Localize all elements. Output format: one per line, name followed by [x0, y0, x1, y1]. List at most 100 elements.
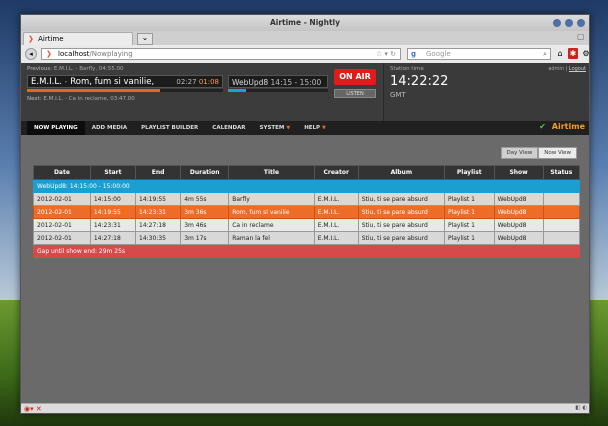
airtime-favicon-icon: ❯	[28, 35, 34, 43]
menu-add-media[interactable]: ADD MEDIA	[85, 121, 134, 135]
extension-icon[interactable]: ✱	[568, 48, 578, 59]
caret-down-icon: ▼	[286, 125, 291, 131]
cell-title: Barfly	[228, 192, 315, 206]
next-track: Next: E.M.I.L. - Ca in reclame, 03:47.00	[27, 96, 135, 102]
cell-duration: 3m 17s	[180, 231, 230, 245]
logout-link[interactable]: Logout	[569, 66, 586, 72]
column-header[interactable]: Playlist	[443, 165, 495, 180]
google-icon: g	[411, 50, 417, 58]
cell-album: Stiu, ti se pare absurd	[357, 218, 445, 232]
cell-title: Raman la fel	[228, 231, 315, 245]
gap-text: Gap until show end: 29m 25s	[33, 244, 580, 258]
username: admin	[548, 66, 564, 72]
addon-icon[interactable]: ◉▾ ✕	[24, 405, 42, 413]
toolbar-buttons: ⌂ ✱ ⚙	[555, 48, 589, 59]
cell-status	[542, 218, 581, 232]
cell-album: Stiu, ti se pare absurd	[357, 205, 445, 219]
next-track-text: E.M.I.L. - Ca in reclame, 03:47.00	[43, 96, 135, 102]
elapsed-time: 02:27	[176, 78, 197, 86]
bookmark-star-icon[interactable]: ☆ ▾ ↻	[376, 49, 396, 60]
logo-area: ✔ Airtime	[539, 122, 585, 131]
url-bar[interactable]: ❯ localhost/Nowplaying ☆ ▾ ↻	[41, 48, 401, 60]
gap-row: Gap until show end: 29m 25s	[33, 244, 580, 258]
cell-creator: E.M.I.L.	[313, 192, 359, 206]
tab-title: Airtime	[38, 35, 64, 43]
home-icon[interactable]: ⌂	[555, 48, 565, 59]
close-icon[interactable]	[577, 19, 585, 27]
show-name: WebUpd8	[232, 78, 269, 87]
menu-system-label: SYSTEM	[259, 125, 285, 131]
table-row[interactable]: 2012-02-01 14:27:18 14:30:35 3m 17s Rama…	[33, 231, 581, 245]
url-path: /Nowplaying	[89, 50, 133, 58]
menu-playlist-builder[interactable]: PLAYLIST BUILDER	[134, 121, 205, 135]
now-separator: -	[64, 77, 68, 87]
show-progress-bar	[228, 89, 328, 92]
column-header[interactable]: Show	[493, 165, 544, 180]
user-links: admin | Logout	[548, 66, 586, 72]
tools-icon[interactable]: ⚙	[581, 48, 589, 59]
url-host: localhost	[58, 50, 90, 58]
browser-window: Airtime - Nightly ❯ Airtime ⌄ ▢ ◂ ❯ loca…	[20, 14, 590, 414]
back-arrow-icon: ◂	[29, 50, 33, 58]
menu-help[interactable]: HELP ▼	[297, 121, 333, 135]
next-label: Next:	[27, 96, 42, 102]
listen-button[interactable]: LISTEN	[334, 89, 376, 98]
menu-system[interactable]: SYSTEM ▼	[253, 121, 298, 135]
cell-end: 14:27:18	[135, 218, 182, 232]
minimize-icon[interactable]	[553, 19, 561, 27]
window-titlebar: Airtime - Nightly	[21, 15, 589, 31]
menu-calendar[interactable]: CALENDAR	[205, 121, 252, 135]
table-row[interactable]: 2012-02-01 14:15:00 14:19:55 4m 55s Barf…	[33, 192, 581, 206]
now-view-button[interactable]: Now View	[538, 147, 577, 159]
cell-playlist: Playlist 1	[443, 192, 495, 206]
cell-show: WebUpd8	[493, 231, 544, 245]
browser-tab[interactable]: ❯ Airtime	[23, 32, 133, 45]
maximize-icon[interactable]	[565, 19, 573, 27]
menu-now-playing[interactable]: NOW PLAYING	[27, 121, 85, 135]
new-tab-button[interactable]: ⌄	[137, 33, 153, 45]
cell-date: 2012-02-01	[33, 192, 91, 206]
previous-label: Previous:	[27, 66, 53, 72]
window-title: Airtime - Nightly	[269, 18, 341, 27]
tab-list-icon[interactable]: ▢	[577, 32, 585, 41]
search-icon[interactable]: ⌕	[543, 49, 547, 60]
column-header[interactable]: Duration	[180, 165, 230, 180]
table-row-now-playing[interactable]: 2012-02-01 14:19:55 14:23:31 3m 36s Rom,…	[33, 205, 581, 219]
column-header[interactable]: End	[135, 165, 182, 180]
column-header[interactable]: Date	[33, 165, 91, 180]
menu-help-label: HELP	[304, 125, 321, 131]
back-button[interactable]: ◂	[25, 48, 37, 60]
column-header[interactable]: Album	[357, 165, 445, 180]
remaining-time: 01:08	[198, 78, 219, 86]
browser-status-bar: ◉▾ ✕ ◧ ◐	[21, 403, 589, 413]
current-show-box: WebUpd8 14:15 - 15:00	[228, 75, 328, 88]
cell-end: 14:23:31	[135, 205, 182, 219]
station-panel: Station time 14:22:22 GMT admin | Logout	[383, 63, 589, 121]
site-identity-icon: ❯	[46, 50, 52, 58]
playlist-table: Date Start End Duration Title Creator Al…	[33, 165, 581, 258]
cell-creator: E.M.I.L.	[313, 231, 359, 245]
airtime-logo: Airtime	[551, 122, 585, 131]
search-placeholder: Google	[426, 50, 451, 58]
column-header[interactable]: Start	[89, 165, 137, 180]
search-bar[interactable]: g Google ⌕	[407, 48, 551, 60]
now-artist: E.M.I.L.	[31, 77, 62, 87]
user-separator: |	[565, 66, 568, 72]
track-times: 02:27 01:08	[176, 76, 219, 89]
station-timezone: GMT	[390, 91, 406, 99]
table-row[interactable]: 2012-02-01 14:23:31 14:27:18 3m 46s Ca i…	[33, 218, 581, 232]
cell-duration: 3m 36s	[180, 205, 230, 219]
airtime-app: Previous: E.M.I.L. - Barfly, 04:55.00 E.…	[21, 63, 589, 403]
check-icon: ✔	[539, 122, 546, 131]
cell-start: 14:23:31	[89, 218, 137, 232]
column-header[interactable]: Title	[228, 165, 315, 180]
cell-start: 14:15:00	[89, 192, 137, 206]
day-view-button[interactable]: Day View	[500, 147, 539, 159]
cell-title: Rom, fum si vanilie	[228, 205, 315, 219]
column-header[interactable]: Status	[542, 165, 581, 180]
status-extension-icon[interactable]: ◧ ◐	[575, 405, 587, 411]
station-time-label: Station time	[390, 66, 424, 72]
station-time: 14:22:22	[390, 74, 449, 89]
cell-show: WebUpd8	[493, 205, 544, 219]
column-header[interactable]: Creator	[313, 165, 359, 180]
